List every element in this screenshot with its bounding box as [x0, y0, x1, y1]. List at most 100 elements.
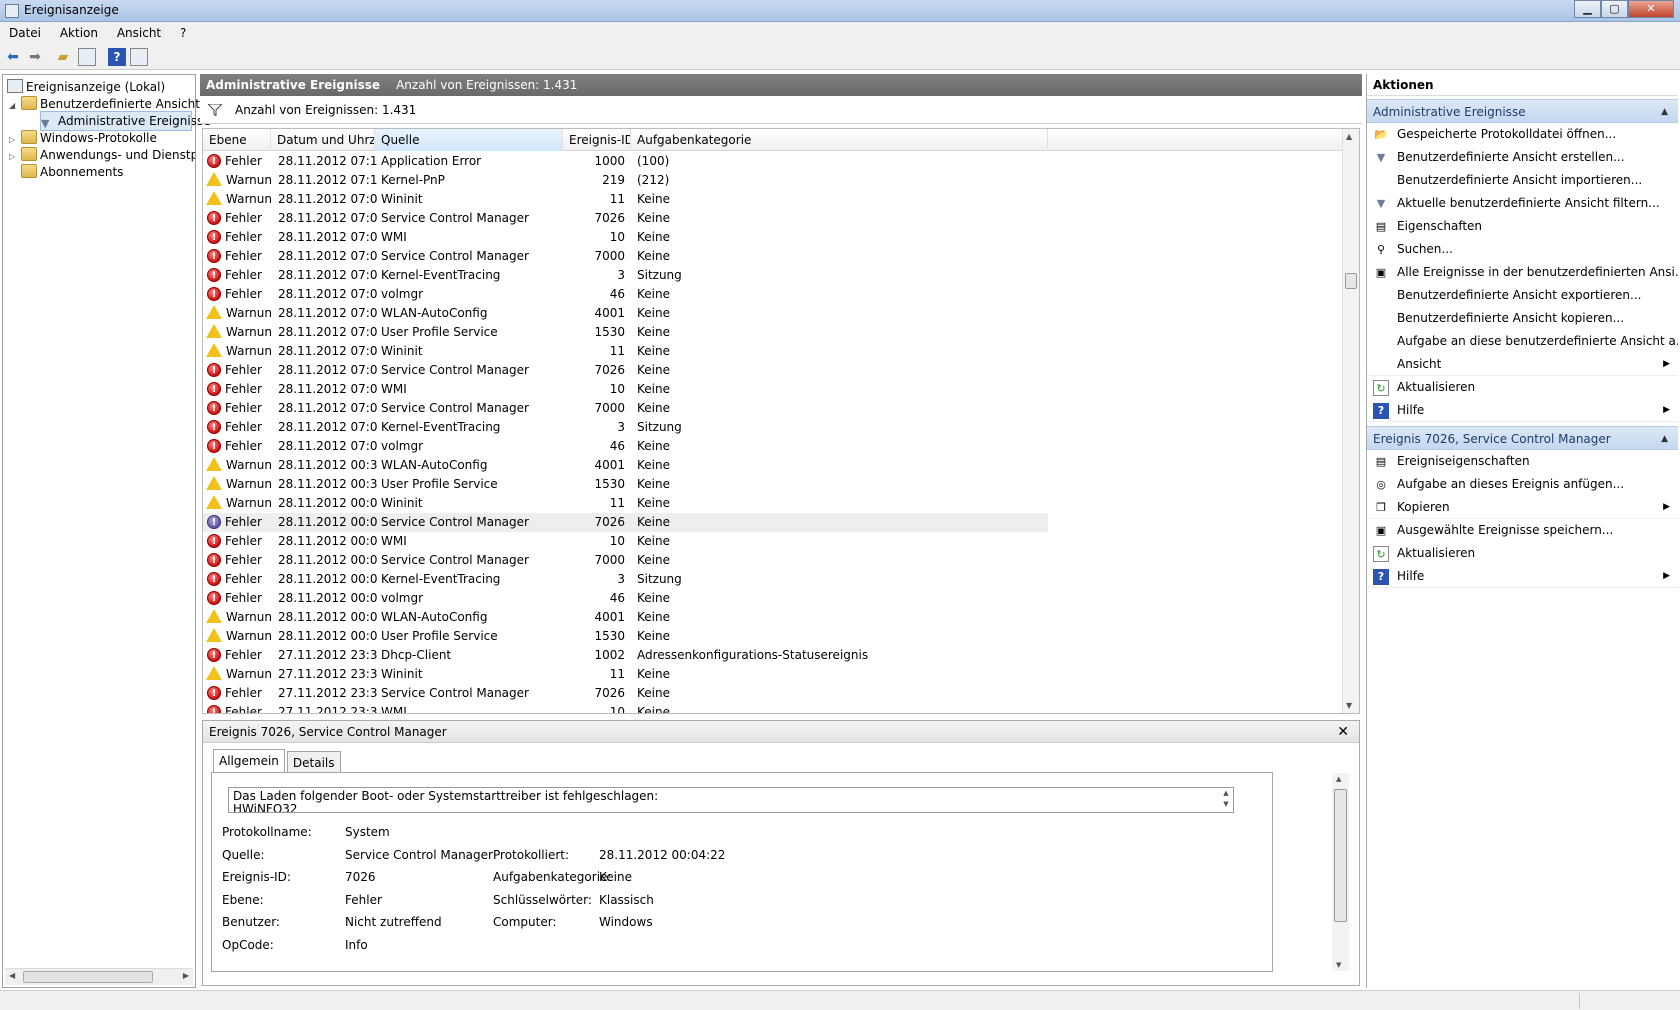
action-item[interactable]: ▤ Ereigniseigenschaften [1367, 450, 1678, 473]
table-row[interactable]: ! Warnung 28.11.2012 00:33:25WLAN-AutoConf… [203, 456, 1343, 475]
action-item[interactable]: ⚲ Suchen... [1367, 238, 1678, 261]
column-header-ebene[interactable]: Ebene [203, 129, 271, 151]
menu-aktion[interactable]: Aktion [60, 22, 98, 44]
cell-ereignis-id: 11 [609, 667, 625, 681]
cell-aufgabenkategorie: Keine [637, 382, 670, 396]
action-item[interactable]: Benutzerdefinierte Ansicht importieren..… [1367, 169, 1678, 192]
scroll-thumb[interactable] [23, 971, 153, 983]
table-row[interactable]: ! Warnung 28.11.2012 07:08:57Wininit 11 Kein… [203, 190, 1343, 209]
tree-item-root[interactable]: Ereignisanzeige (Lokal) [7, 78, 165, 96]
show-hide-tree-icon[interactable] [78, 48, 96, 66]
table-row[interactable]: ! Warnung 28.11.2012 00:03:39WLAN-AutoConf… [203, 608, 1343, 627]
scroll-left-icon[interactable]: ◀ [9, 971, 15, 980]
scroll-thumb[interactable] [1334, 789, 1347, 922]
event-message[interactable]: Das Laden folgender Boot- oder Systemsta… [228, 787, 1234, 813]
forward-arrow-icon[interactable]: ➡ [26, 48, 44, 66]
tree-item-windows-logs[interactable]: ▷ Windows-Protokolle [9, 129, 157, 147]
table-row[interactable]: ! Warnung 27.11.2012 23:34:25Wininit 11 Kein… [203, 665, 1343, 684]
column-header-datum[interactable]: Datum und Uhrz... [271, 129, 375, 151]
menu-help[interactable]: ? [180, 22, 186, 44]
collapsed-icon[interactable]: ▷ [9, 148, 21, 164]
actions-section-admin-events[interactable]: Administrative Ereignisse ▲ [1367, 99, 1678, 123]
action-item[interactable]: 📂 Gespeicherte Protokolldatei öffnen... [1367, 123, 1678, 146]
action-item[interactable]: Aufgabe an diese benutzerdefinierte Ansi… [1367, 330, 1678, 353]
table-row[interactable]: ! Fehler 28.11.2012 00:04:22WMI 10 Keine [203, 532, 1343, 551]
table-row[interactable]: ! Warnung 28.11.2012 00:03:37User Profile … [203, 627, 1343, 646]
table-row[interactable]: ! Fehler 28.11.2012 07:11:23Application Er… [203, 152, 1343, 171]
action-item[interactable]: ◎ Aufgabe an dieses Ereignis anfügen... [1367, 473, 1678, 496]
action-item[interactable]: Benutzerdefinierte Ansicht kopieren... [1367, 307, 1678, 330]
tree-item-admin-events[interactable]: ▼ Administrative Ereignisse [40, 111, 211, 131]
action-item[interactable]: ❐ Kopieren ▶ [1367, 496, 1678, 519]
table-row[interactable]: ! Fehler 28.11.2012 07:08:50Service Contro… [203, 209, 1343, 228]
tree-item-app-logs[interactable]: ▷Anwendungs- und Dienstprotokolle [9, 146, 195, 164]
close-detail-icon[interactable]: ✕ [1337, 721, 1349, 743]
scroll-right-icon[interactable]: ▶ [183, 971, 189, 980]
table-row[interactable]: ! Fehler 28.11.2012 07:00:03volmgr 46 Keine [203, 437, 1343, 456]
expanded-icon[interactable]: ◢ [9, 97, 21, 115]
table-row[interactable]: ! Fehler 27.11.2012 23:34:17Service Contro… [203, 684, 1343, 703]
action-item[interactable]: ▤ Eigenschaften [1367, 215, 1678, 238]
scroll-thumb[interactable] [1345, 273, 1357, 289]
scroll-up-icon[interactable]: ▲ [1336, 775, 1341, 783]
table-row[interactable]: ! Warnung 28.11.2012 07:06:01User Profile … [203, 323, 1343, 342]
table-row[interactable]: ! Fehler 28.11.2012 07:00:20WMI 10 Keine [203, 380, 1343, 399]
action-item[interactable]: ↻ Aktualisieren [1367, 542, 1678, 565]
table-row[interactable]: ! Warnung 28.11.2012 00:04:29Wininit 11 Kein… [203, 494, 1343, 513]
table-row[interactable]: ! Fehler 28.11.2012 07:08:38Kernel-EventTr… [203, 266, 1343, 285]
table-row[interactable]: ! Fehler 27.11.2012 23:36:16Dhcp-Client 100… [203, 646, 1343, 665]
actions-section-event[interactable]: Ereignis 7026, Service Control Manager ▲ [1367, 426, 1678, 450]
minimize-button[interactable]: ▁ [1574, 0, 1601, 18]
table-row[interactable]: ! Fehler 28.11.2012 07:08:32volmgr 46 Keine [203, 285, 1343, 304]
grid-vertical-scrollbar[interactable]: ▲ ▼ [1342, 129, 1359, 713]
action-item[interactable]: Benutzerdefinierte Ansicht exportieren..… [1367, 284, 1678, 307]
table-row[interactable]: ! Fehler 28.11.2012 00:04:22Service Contro… [203, 513, 1048, 532]
menu-ansicht[interactable]: Ansicht [117, 22, 161, 44]
help-icon[interactable]: ? [108, 48, 126, 66]
menu-datei[interactable]: Datei [9, 22, 41, 44]
action-item[interactable]: ▣ Ausgewählte Ereignisse speichern... [1367, 519, 1678, 542]
tree-item-custom-views[interactable]: ◢ Benutzerdefinierte Ansichten [9, 95, 215, 113]
table-row[interactable]: ! Fehler 28.11.2012 00:04:21Service Contro… [203, 551, 1343, 570]
scroll-up-icon[interactable]: ▲ [1346, 132, 1352, 141]
action-item[interactable]: ? Hilfe ▶ [1367, 399, 1678, 422]
table-row[interactable]: ! Warnung 28.11.2012 00:33:23User Profile … [203, 475, 1343, 494]
table-row[interactable]: ! Warnung 28.11.2012 07:00:27Wininit 11 Kein… [203, 342, 1343, 361]
column-header-quelle[interactable]: Quelle [375, 129, 563, 151]
table-row[interactable]: ! Fehler 28.11.2012 07:08:49Service Contro… [203, 247, 1343, 266]
collapse-icon[interactable]: ▲ [1661, 427, 1668, 451]
column-header-ereignis-id[interactable]: Ereignis-ID [563, 129, 631, 151]
maximize-button[interactable]: ▢ [1601, 0, 1628, 18]
detail-vertical-scrollbar[interactable]: ▲ ▼ [1332, 773, 1349, 971]
action-item[interactable]: ↻ Aktualisieren [1367, 376, 1678, 399]
column-header-aufgabenkategorie[interactable]: Aufgabenkategorie [631, 129, 1048, 151]
table-row[interactable]: ! Fehler 28.11.2012 00:04:10Kernel-EventTr… [203, 570, 1343, 589]
table-row[interactable]: ! Fehler 28.11.2012 07:08:50WMI 10 Keine [203, 228, 1343, 247]
show-hide-actions-icon[interactable] [130, 48, 148, 66]
table-row[interactable]: ! Fehler 28.11.2012 00:04:05volmgr 46 Keine [203, 589, 1343, 608]
table-row[interactable]: ! Fehler 28.11.2012 07:00:19Service Contro… [203, 399, 1343, 418]
scroll-down-icon[interactable]: ▼ [1336, 961, 1341, 969]
table-row[interactable]: ! Fehler 28.11.2012 07:00:20Service Contro… [203, 361, 1343, 380]
scroll-down-icon[interactable]: ▼ [1346, 701, 1352, 710]
back-arrow-icon[interactable]: ⬅ [4, 48, 22, 66]
table-row[interactable]: ! Warnung 28.11.2012 07:06:10WLAN-AutoConf… [203, 304, 1343, 323]
table-row[interactable]: ! Warnung 28.11.2012 07:10:24Kernel-PnP 219… [203, 171, 1343, 190]
action-item[interactable]: ▼ Aktuelle benutzerdefinierte Ansicht fil… [1367, 192, 1678, 215]
tab-allgemein[interactable]: Allgemein [213, 749, 285, 773]
action-item[interactable]: Ansicht ▶ [1367, 353, 1678, 376]
table-row[interactable]: ! Fehler 27.11.2012 23:34:17WMI 10 Keine [203, 703, 1343, 713]
action-item[interactable]: ▼ Benutzerdefinierte Ansicht erstellen... [1367, 146, 1678, 169]
warning-icon: ! [206, 495, 222, 509]
up-folder-icon[interactable]: ▰ [54, 48, 72, 66]
tree-horizontal-scrollbar[interactable]: ◀ ▶ [5, 968, 193, 985]
collapse-icon[interactable]: ▲ [1661, 100, 1668, 124]
table-row[interactable]: ! Fehler 28.11.2012 07:00:08Kernel-EventTr… [203, 418, 1343, 437]
action-item[interactable]: ? Hilfe ▶ [1367, 565, 1678, 588]
action-item[interactable]: ▣ Alle Ereignisse in der benutzerdefinier… [1367, 261, 1678, 284]
message-scroll[interactable]: ▲ ▼ [1219, 788, 1233, 812]
tree-item-subscriptions[interactable]: Abonnements [21, 163, 123, 181]
tab-details[interactable]: Details [286, 751, 341, 773]
close-button[interactable]: ✕ [1628, 0, 1674, 18]
actions-list-2: ▤ Ereigniseigenschaften ◎ Aufgabe an dieses… [1367, 450, 1678, 588]
